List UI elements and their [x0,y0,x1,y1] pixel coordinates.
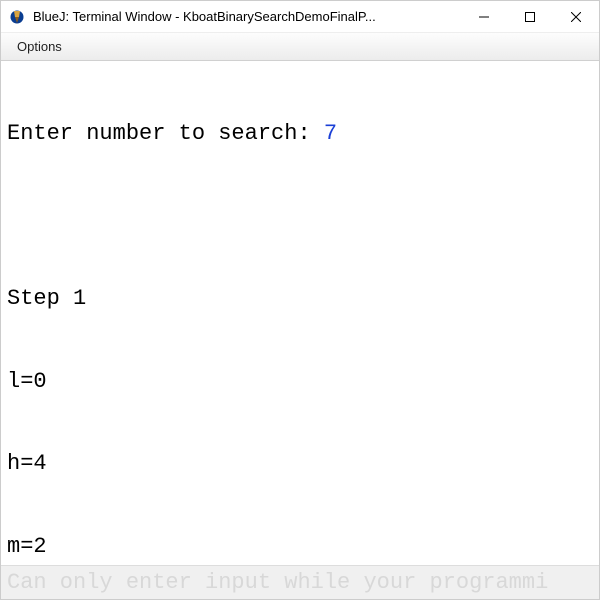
terminal-window: BlueJ: Terminal Window - KboatBinarySear… [0,0,600,600]
close-button[interactable] [553,1,599,32]
step1-m: m=2 [7,533,593,561]
prompt-input-value: 7 [324,121,337,146]
step1-h: h=4 [7,450,593,478]
step1-l: l=0 [7,368,593,396]
menu-options[interactable]: Options [9,37,70,56]
prompt-line: Enter number to search: 7 [7,120,593,148]
terminal-output[interactable]: Enter number to search: 7 Step 1 l=0 h=4… [1,61,599,565]
maximize-button[interactable] [507,1,553,32]
titlebar: BlueJ: Terminal Window - KboatBinarySear… [1,1,599,33]
bluej-icon [9,9,25,25]
window-controls [461,1,599,32]
menubar: Options [1,33,599,61]
step1-header: Step 1 [7,285,593,313]
blank-line [7,203,593,231]
window-title: BlueJ: Terminal Window - KboatBinarySear… [33,9,461,24]
minimize-button[interactable] [461,1,507,32]
prompt-label: Enter number to search: [7,121,324,146]
input-hint-text: Can only enter input while your programm… [7,570,548,595]
input-hint-bar[interactable]: Can only enter input while your programm… [1,565,599,599]
